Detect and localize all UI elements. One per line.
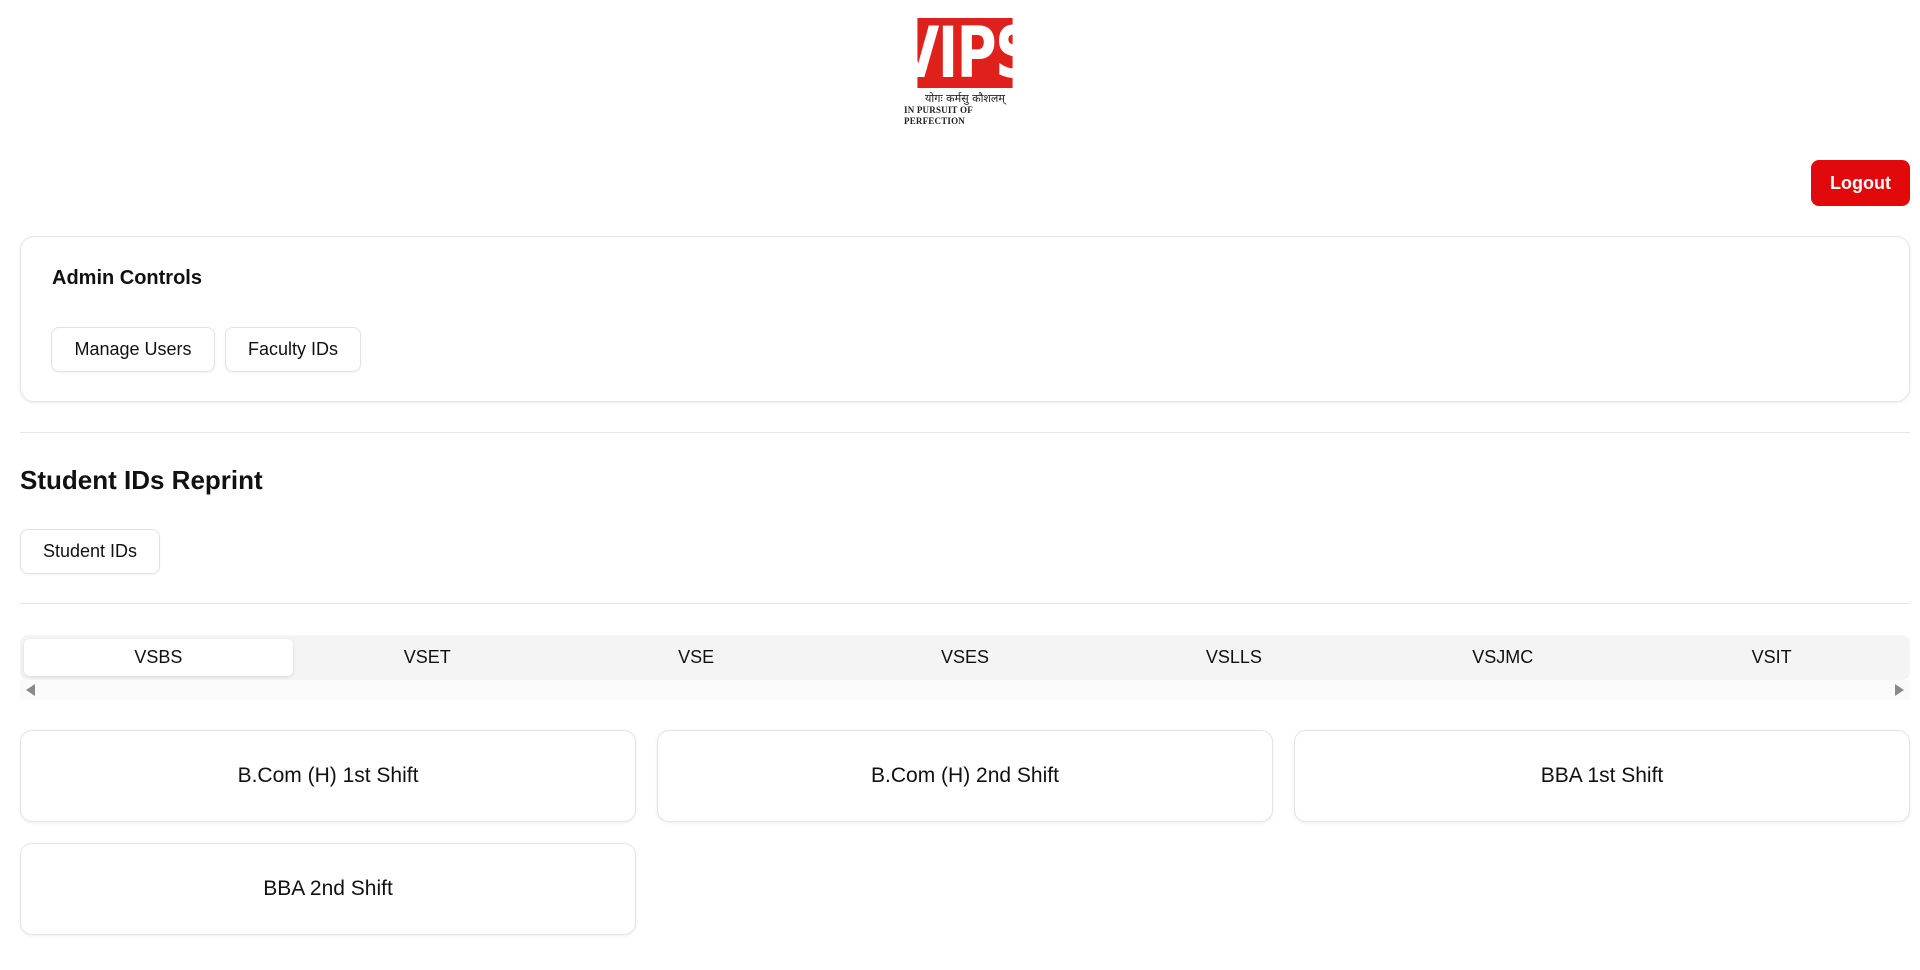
tab-vses[interactable]: VSES	[831, 639, 1100, 676]
divider	[20, 432, 1910, 433]
page: VIPS योगः कर्मसु कौशलम् IN PURSUIT OF PE…	[0, 0, 1920, 970]
manage-users-button[interactable]: Manage Users	[51, 327, 215, 372]
divider	[20, 603, 1910, 604]
tabs-horizontal-scrollbar[interactable]	[20, 680, 1910, 700]
school-tabs: VSBS VSET VSE VSES VSLLS VSJMC VSIT	[20, 635, 1910, 680]
logo-wordmark: VIPS	[897, 12, 1034, 94]
program-card-bba-2nd-shift[interactable]: BBA 2nd Shift	[20, 843, 636, 935]
tab-vsit[interactable]: VSIT	[1637, 639, 1906, 676]
student-ids-button[interactable]: Student IDs	[20, 529, 160, 574]
triangle-left-icon[interactable]	[26, 684, 35, 696]
program-card-bcom-1st-shift[interactable]: B.Com (H) 1st Shift	[20, 730, 636, 822]
triangle-right-icon[interactable]	[1895, 684, 1904, 696]
admin-controls-title: Admin Controls	[52, 267, 202, 289]
program-card-bba-1st-shift[interactable]: BBA 1st Shift	[1294, 730, 1910, 822]
logo-tagline: IN PURSUIT OF PERFECTION	[904, 105, 973, 126]
tab-vse[interactable]: VSE	[562, 639, 831, 676]
admin-controls-card: Admin Controls Manage Users Faculty IDs	[20, 236, 1910, 402]
logout-button[interactable]: Logout	[1811, 160, 1910, 206]
program-card-bcom-2nd-shift[interactable]: B.Com (H) 2nd Shift	[657, 730, 1273, 822]
tab-vsjmc[interactable]: VSJMC	[1368, 639, 1637, 676]
tab-vset[interactable]: VSET	[293, 639, 562, 676]
faculty-ids-button[interactable]: Faculty IDs	[225, 327, 361, 372]
tab-vsbs[interactable]: VSBS	[24, 639, 293, 676]
tab-vslls[interactable]: VSLLS	[1099, 639, 1368, 676]
student-ids-reprint-title: Student IDs Reprint	[20, 465, 263, 495]
vips-logo: VIPS योगः कर्मसु कौशलम् IN PURSUIT OF PE…	[897, 12, 1034, 126]
